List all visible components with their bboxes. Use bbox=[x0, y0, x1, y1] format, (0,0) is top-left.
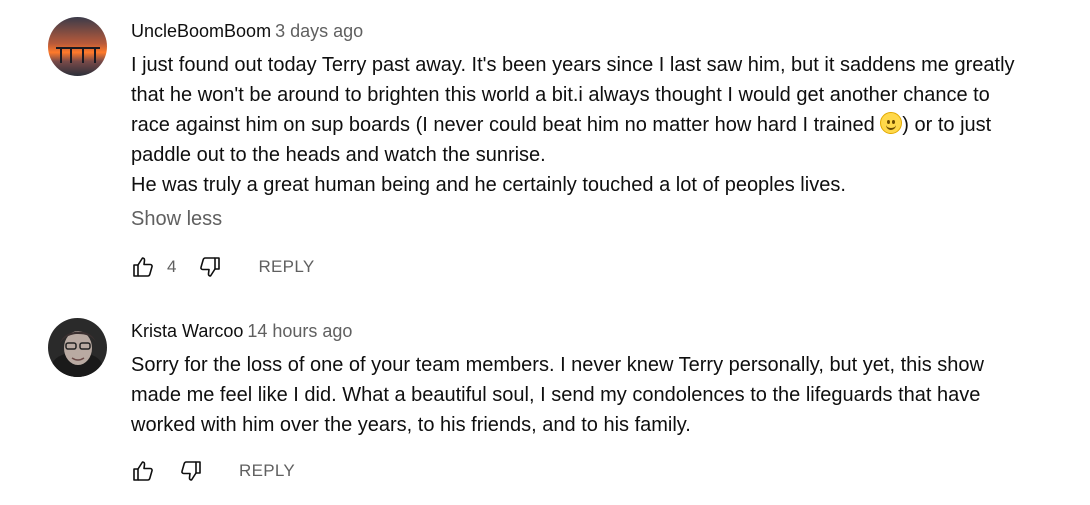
avatar[interactable] bbox=[48, 318, 107, 377]
comment-text-line: Sorry for the loss of one of your team m… bbox=[131, 354, 984, 436]
author-name[interactable]: Krista Warcoo bbox=[131, 321, 243, 341]
comment-text: Sorry for the loss of one of your team m… bbox=[131, 350, 1031, 440]
woman-glasses-avatar-image bbox=[48, 318, 107, 377]
thumbs-up-icon[interactable] bbox=[131, 459, 155, 483]
reply-button[interactable]: REPLY bbox=[239, 461, 295, 481]
thumbs-down-icon[interactable] bbox=[179, 459, 203, 483]
timestamp[interactable]: 14 hours ago bbox=[247, 321, 352, 341]
author-line: Krista Warcoo 14 hours ago bbox=[131, 319, 352, 343]
comment-2: Krista Warcoo 14 hours ago Sorry for the … bbox=[0, 0, 1090, 505]
comment-actions: REPLY bbox=[131, 457, 295, 485]
